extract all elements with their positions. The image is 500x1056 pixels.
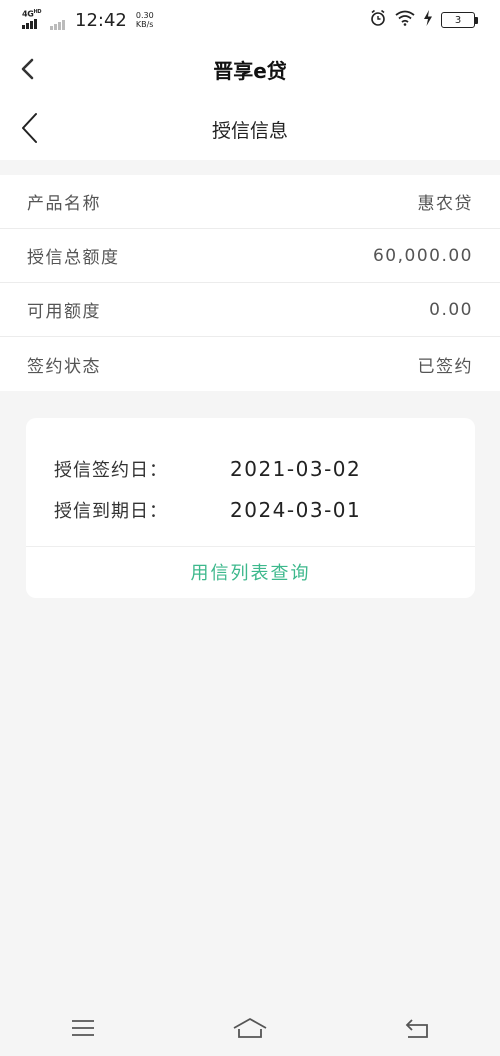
page-title: 授信信息 [211,119,288,142]
info-row-sign-status: 签约状态 已签约 [0,337,500,391]
row-value: 60,000.00 [372,245,473,266]
second-signal-icon [50,16,65,30]
sign-date-row: 授信签约日： 2021-03-02 [54,448,447,489]
battery-level: 3 [441,12,475,28]
back-icon [405,1019,428,1038]
sign-date-label: 授信签约日： [54,459,168,481]
app-title: 晋享e贷 [213,58,287,83]
menu-icon [72,1020,95,1036]
battery-icon: 3 [441,12,478,28]
row-label: 授信总额度 [27,248,120,268]
network-indicator: 4GHD [22,9,44,31]
row-value: 惠农贷 [417,194,473,214]
info-row-product-name: 产品名称 惠农贷 [0,175,500,229]
nav-menu-button[interactable] [53,1008,113,1048]
credit-date-card: 授信签约日： 2021-03-02 授信到期日： 2024-03-01 用信列表… [26,418,475,598]
row-label: 可用额度 [27,302,101,322]
system-nav-bar [0,1000,500,1056]
info-row-total-credit: 授信总额度 60,000.00 [0,229,500,283]
nav-back-button[interactable] [387,1008,447,1048]
charging-icon [423,10,433,30]
row-value: 0.00 [429,299,473,320]
app-back-button[interactable] [14,53,40,85]
page-header: 授信信息 [0,98,500,160]
home-icon [233,1018,267,1038]
signal-strength-icon [22,19,37,29]
row-value: 已签约 [417,356,473,377]
wifi-icon [395,10,415,30]
credit-info-list: 产品名称 惠农贷 授信总额度 60,000.00 可用额度 0.00 签约状态 … [0,175,500,391]
status-left: 4GHD 12:42 0.30 KB/s [22,9,154,31]
status-bar: 4GHD 12:42 0.30 KB/s 3 [0,0,500,40]
row-label: 签约状态 [27,356,101,377]
page-back-button[interactable] [14,108,44,148]
expire-date-label: 授信到期日： [54,500,168,522]
nav-home-button[interactable] [220,1008,280,1048]
alarm-icon [369,9,387,31]
row-label: 产品名称 [27,194,101,214]
app-header: 晋享e贷 [0,40,500,98]
chevron-left-icon [22,113,37,143]
expire-date-row: 授信到期日： 2024-03-01 [54,489,447,530]
info-row-available-credit: 可用额度 0.00 [0,283,500,337]
clock-time: 12:42 [75,9,127,31]
sign-date-value: 2021-03-02 [230,456,362,481]
network-speed: 0.30 KB/s [135,11,154,29]
card-body: 授信签约日： 2021-03-02 授信到期日： 2024-03-01 [26,418,475,547]
chevron-left-icon [21,58,34,80]
status-right: 3 [369,9,478,31]
credit-usage-query-button[interactable]: 用信列表查询 [26,547,475,597]
expire-date-value: 2024-03-01 [230,497,362,522]
network-type: 4GHD [22,9,42,19]
